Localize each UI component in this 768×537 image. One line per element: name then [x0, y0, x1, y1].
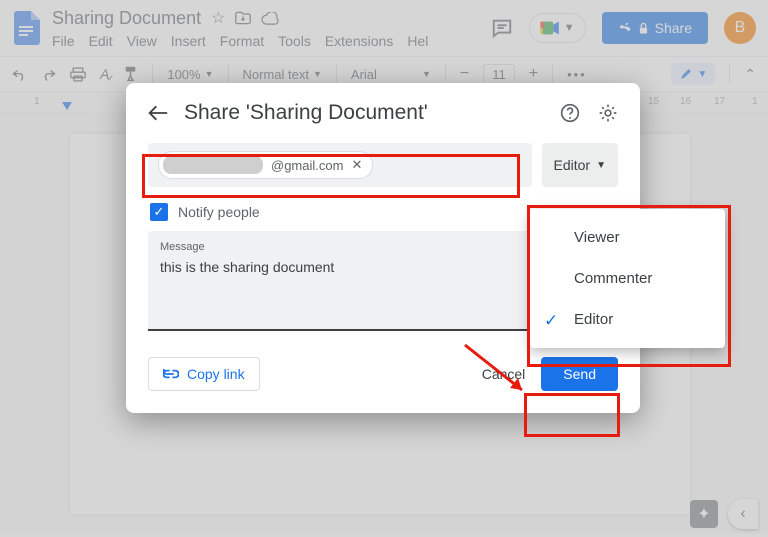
dialog-title: Share 'Sharing Document' [184, 101, 428, 125]
notify-label: Notify people [178, 204, 260, 220]
menu-file[interactable]: File [52, 33, 75, 49]
role-option-editor[interactable]: ✓Editor [530, 299, 725, 340]
menu-tools[interactable]: Tools [278, 33, 311, 49]
menu-extensions[interactable]: Extensions [325, 33, 393, 49]
paint-format-icon[interactable] [123, 66, 138, 82]
font-select[interactable]: Arial ▼ [351, 67, 431, 82]
font-size-decrease[interactable]: − [460, 65, 469, 83]
undo-icon[interactable] [12, 68, 27, 81]
share-button-label: Share [655, 20, 692, 36]
menu-view[interactable]: View [127, 33, 157, 49]
menu-insert[interactable]: Insert [171, 33, 206, 49]
cancel-button[interactable]: Cancel [482, 366, 526, 382]
menu-edit[interactable]: Edit [89, 33, 113, 49]
collapse-toolbar-icon[interactable]: ⌃ [744, 66, 756, 83]
role-option-viewer[interactable]: Viewer [530, 217, 725, 258]
notify-checkbox[interactable]: ✓ [150, 203, 168, 221]
check-icon: ✓ [544, 311, 558, 331]
cloud-status-icon[interactable] [261, 12, 279, 25]
zoom-select[interactable]: 100% ▼ [167, 67, 213, 82]
document-title[interactable]: Sharing Document [52, 8, 201, 29]
recipient-chip[interactable]: @gmail.com ✕ [158, 151, 373, 179]
role-option-commenter[interactable]: Commenter [530, 258, 725, 299]
explore-button[interactable]: ✦ [690, 500, 718, 528]
print-icon[interactable] [70, 67, 86, 82]
spellcheck-icon[interactable]: A✓ [100, 66, 109, 82]
meet-button[interactable]: ▼ [529, 13, 586, 43]
editing-mode-select[interactable]: ▼ [671, 63, 715, 85]
menu-bar: File Edit View Insert Format Tools Exten… [52, 33, 428, 49]
styles-select[interactable]: Normal text ▼ [243, 67, 322, 82]
share-button[interactable]: Share [602, 12, 708, 44]
menu-format[interactable]: Format [220, 33, 264, 49]
back-icon[interactable] [148, 105, 168, 121]
role-select[interactable]: Editor ▼ [542, 143, 618, 187]
menu-help[interactable]: Hel [407, 33, 428, 49]
app-header: Sharing Document ☆ File Edit View Insert… [0, 0, 768, 56]
move-icon[interactable] [235, 11, 251, 25]
indent-marker-icon[interactable] [62, 102, 72, 110]
remove-chip-icon[interactable]: ✕ [351, 157, 362, 173]
send-button[interactable]: Send [541, 357, 618, 391]
role-dropdown-menu: Viewer Commenter ✓Editor [530, 209, 725, 348]
redo-icon[interactable] [41, 68, 56, 81]
side-panel-toggle[interactable]: ‹ [728, 499, 758, 529]
docs-logo-icon[interactable] [12, 8, 42, 48]
redacted-email-prefix [163, 156, 263, 174]
copy-link-button[interactable]: Copy link [148, 357, 260, 391]
recipient-email-suffix: @gmail.com [271, 158, 343, 173]
recipient-input[interactable]: @gmail.com ✕ [148, 143, 532, 187]
settings-icon[interactable] [598, 103, 618, 123]
comment-history-icon[interactable] [491, 17, 513, 39]
font-size-input[interactable]: 11 [483, 64, 515, 85]
help-icon[interactable] [560, 103, 580, 123]
font-size-increase[interactable]: + [529, 65, 538, 83]
user-avatar[interactable]: B [724, 12, 756, 44]
more-toolbar-icon[interactable]: ••• [567, 67, 587, 82]
star-icon[interactable]: ☆ [211, 8, 225, 28]
link-icon [163, 369, 179, 379]
